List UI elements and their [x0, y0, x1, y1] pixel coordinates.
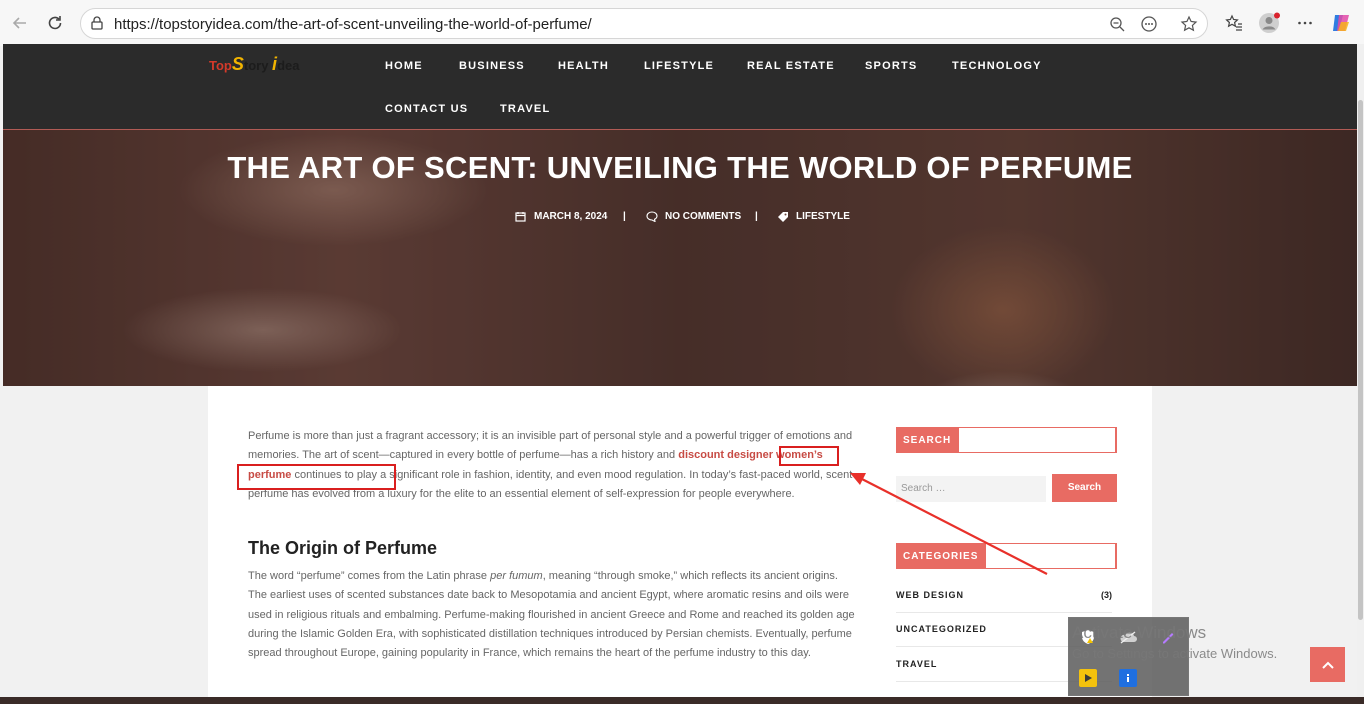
more-tools-icon[interactable]: [1139, 14, 1159, 34]
calendar-icon: [515, 212, 526, 222]
origin-paragraph: The word “perfume” comes from the Latin …: [248, 570, 855, 660]
nav-technology[interactable]: TECHNOLOGY: [952, 60, 1042, 72]
page-scrollbar[interactable]: [1357, 44, 1364, 697]
search-widget-title: SEARCH: [896, 427, 960, 453]
annotation-box: [237, 464, 396, 490]
site-header: TopStory idea HOME BUSINESS HEALTH LIFES…: [3, 44, 1357, 130]
nav-business[interactable]: BUSINESS: [459, 60, 525, 72]
profile-avatar-icon[interactable]: [1258, 12, 1280, 34]
hero-banner: THE ART OF SCENT: UNVEILING THE WORLD OF…: [3, 130, 1357, 386]
url-text[interactable]: https://topstoryidea.com/the-art-of-scen…: [114, 16, 592, 33]
scroll-thumb[interactable]: [1358, 100, 1363, 620]
nav-lifestyle[interactable]: LIFESTYLE: [644, 60, 714, 72]
meta-separator: |: [623, 211, 626, 222]
nav-sports[interactable]: SPORTS: [865, 60, 917, 72]
refresh-icon[interactable]: [43, 11, 67, 35]
chevron-up-icon: [1321, 661, 1334, 669]
search-button[interactable]: Search: [1052, 474, 1117, 502]
copilot-icon[interactable]: [1330, 12, 1352, 34]
nav-home[interactable]: HOME: [385, 60, 423, 72]
site-info-icon[interactable]: [89, 15, 105, 31]
activate-windows-watermark: Activate Windows Go to Settings to activ…: [1072, 623, 1278, 661]
section-heading: The Origin of Perfume: [248, 538, 438, 558]
comment-icon: [646, 211, 658, 222]
address-bar[interactable]: https://topstoryidea.com/the-art-of-scen…: [80, 8, 1208, 39]
meta-separator: |: [755, 211, 758, 222]
browser-toolbar: https://topstoryidea.com/the-art-of-scen…: [0, 0, 1364, 46]
nav-contact-us[interactable]: CONTACT US: [385, 103, 468, 115]
zoom-icon[interactable]: [1107, 14, 1127, 34]
annotation-box: [779, 446, 839, 466]
site-logo[interactable]: TopStory idea: [209, 54, 309, 78]
annotation-arrow-icon: [850, 473, 1048, 575]
nav-health[interactable]: HEALTH: [558, 60, 609, 72]
favorite-star-icon[interactable]: [1179, 14, 1199, 34]
info-icon[interactable]: [1119, 669, 1137, 687]
nav-real-estate[interactable]: REAL ESTATE: [747, 60, 835, 72]
scroll-to-top-button[interactable]: [1310, 647, 1345, 682]
post-title: THE ART OF SCENT: UNVEILING THE WORLD OF…: [227, 150, 1133, 185]
post-date: MARCH 8, 2024: [515, 211, 607, 222]
web-page: TopStory idea HOME BUSINESS HEALTH LIFES…: [3, 44, 1357, 704]
settings-more-icon[interactable]: [1294, 12, 1316, 34]
search-widget-rule: [958, 427, 1117, 453]
post-category[interactable]: LIFESTYLE: [777, 211, 850, 222]
media-player-icon[interactable]: [1079, 669, 1097, 687]
taskbar-edge: [0, 697, 1364, 704]
nav-travel[interactable]: TRAVEL: [500, 103, 550, 115]
favorites-icon[interactable]: [1223, 12, 1245, 34]
tag-icon: [778, 212, 788, 222]
post-comments[interactable]: NO COMMENTS: [646, 211, 741, 222]
back-arrow-icon[interactable]: [8, 11, 32, 35]
